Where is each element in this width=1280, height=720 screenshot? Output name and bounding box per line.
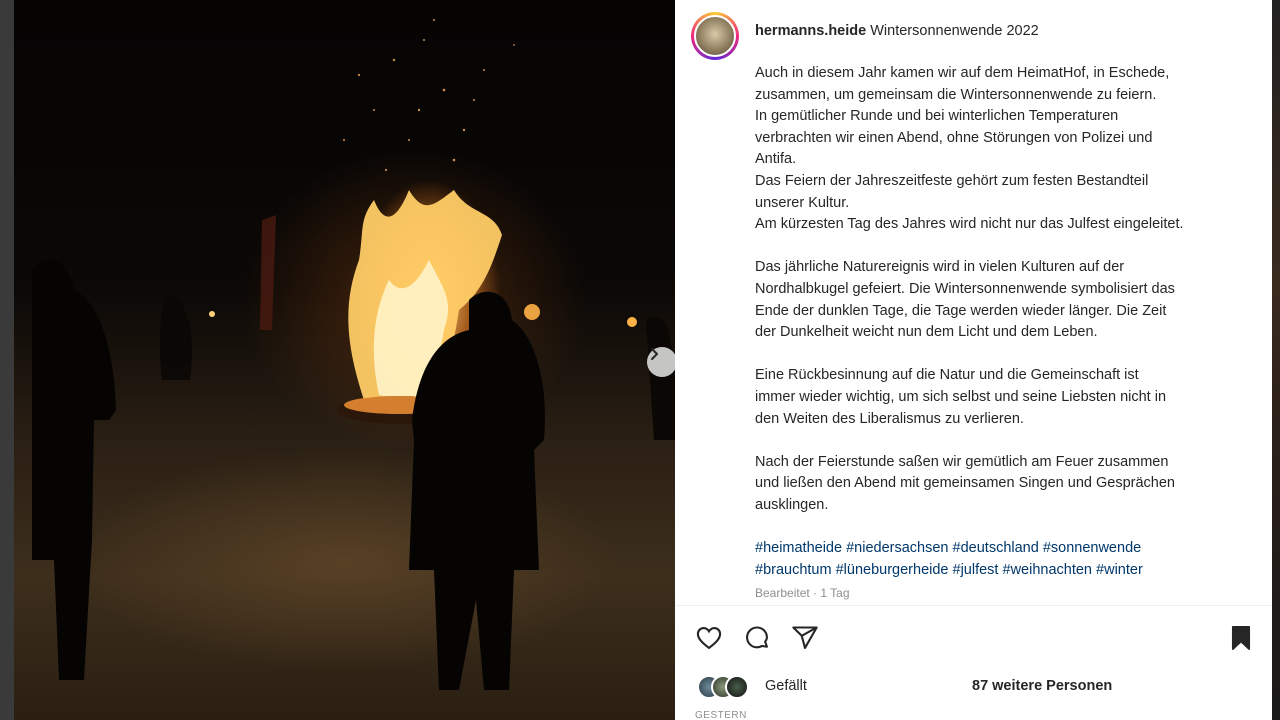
caption-line: unserer Kultur. [755,194,850,211]
caption-line: ausklingen. [755,496,829,513]
caption-paragraph-2: Das jährliche Naturereignis wird in viel… [755,257,1245,343]
liked-by-label: Gefällt [765,678,807,694]
caption-line: Nach der Feierstunde saßen wir gemütlich… [755,453,1169,470]
caption-line: der Dunkelheit weicht nun dem Licht und … [755,324,1098,341]
instagram-post-view: hermanns.heide Wintersonnenwende 2022 Au… [0,0,1280,720]
profile-avatar[interactable] [691,12,739,60]
edited-timestamp: Bearbeitet · 1 Tag [755,586,850,600]
post-photo [14,0,675,720]
caption-line: Antifa. [755,151,797,168]
caption-line: Nordhalbkugel gefeiert. Die Wintersonnen… [755,280,1175,297]
hashtag-link[interactable]: #lüneburgerheide [836,562,949,578]
caption-paragraph-4: Nach der Feierstunde saßen wir gemütlich… [755,452,1245,517]
background-edge-left [0,0,14,720]
hashtag-link[interactable]: #weihnachten [1003,562,1093,578]
post-title: Wintersonnenwende 2022 [870,23,1039,39]
caption-line: Auch in diesem Jahr kamen wir auf dem He… [755,65,1170,81]
caption-line: In gemütlicher Runde und bei winterliche… [755,108,1119,125]
bonfire-scene [32,19,675,690]
save-button[interactable] [1225,622,1257,654]
heart-icon [696,627,722,650]
hashtag-link[interactable]: #niedersachsen [846,540,948,556]
post-date: GESTERN [695,710,747,720]
caption-paragraph-1: Auch in diesem Jahr kamen wir auf dem He… [755,63,1245,236]
likes-row: Gefällt 87 weitere Personen [697,673,1257,701]
avatar [694,15,736,57]
liker-avatar[interactable] [725,675,749,699]
username-link[interactable]: hermanns.heide [755,23,866,39]
caption-line: den Weiten des Liberalismus zu verlieren… [755,410,1024,427]
caption-line: Eine Rückbesinnung auf die Natur und die… [755,367,1139,384]
bookmark-icon [1231,626,1251,650]
caption-paragraph-3: Eine Rückbesinnung auf die Natur und die… [755,365,1245,430]
caption-line: zusammen, um gemeinsam die Wintersonnenw… [755,86,1157,103]
hashtag-line: #brauchtum #lüneburgerheide #julfest #we… [755,560,1245,582]
comment-button[interactable] [741,622,773,654]
hashtag-list: #heimatheide #niedersachsen #deutschland… [755,538,1245,581]
caption-line: verbrachten wir einen Abend, ohne Störun… [755,129,1153,146]
next-image-button[interactable] [647,347,675,377]
background-edge-right [1272,0,1280,720]
hashtag-line: #heimatheide #niedersachsen #deutschland… [755,538,1245,560]
hashtag-link[interactable]: #sonnenwende [1043,540,1141,556]
caption-line: Das Feiern der Jahreszeitfeste gehört zu… [755,172,1149,189]
hashtag-link[interactable]: #deutschland [953,540,1039,556]
post-sidebar: hermanns.heide Wintersonnenwende 2022 Au… [675,0,1272,720]
comment-icon [746,626,768,649]
chevron-right-icon [651,348,658,360]
caption-line: und ließen den Abend mit gemeinsamen Sin… [755,475,1175,492]
caption-line: Das jährliche Naturereignis wird in viel… [755,259,1125,276]
caption-line: Am kürzesten Tag des Jahres wird nicht n… [755,216,1184,233]
likes-count-link[interactable]: 87 weitere Personen [972,678,1112,694]
share-icon [792,626,818,649]
hashtag-link[interactable]: #winter [1096,562,1143,578]
divider [675,605,1272,606]
hashtag-link[interactable]: #julfest [953,562,999,578]
caption-header: hermanns.heide Wintersonnenwende 2022 [755,21,1255,43]
like-button[interactable] [693,622,725,654]
share-button[interactable] [789,622,821,654]
action-bar [675,618,1272,658]
caption-body: Auch in diesem Jahr kamen wir auf dem He… [755,63,1245,581]
caption-line: immer wieder wichtig, um sich selbst und… [755,388,1167,405]
caption-line: Ende der dunklen Tage, die Tage werden w… [755,302,1167,319]
hashtag-link[interactable]: #heimatheide [755,540,842,556]
hashtag-link[interactable]: #brauchtum [755,562,832,578]
